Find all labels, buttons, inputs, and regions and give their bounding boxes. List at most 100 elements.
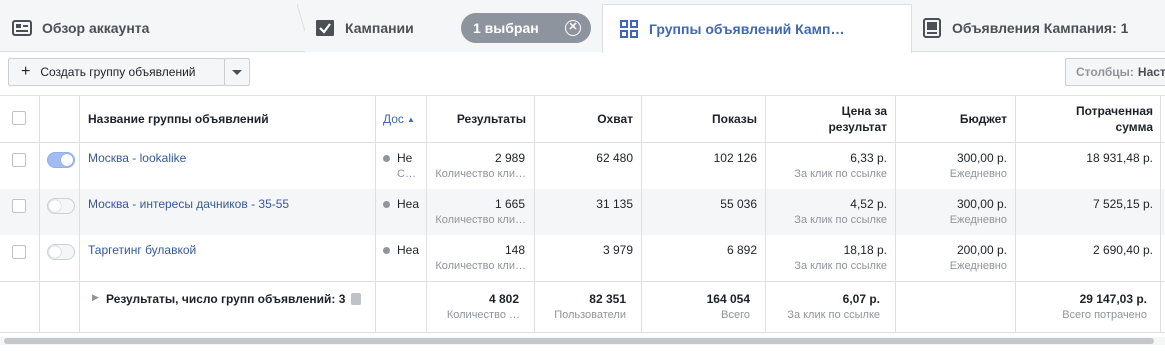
budget-value: 300,00 р.	[956, 197, 1007, 211]
column-header-impressions[interactable]: Показы	[650, 96, 757, 142]
column-header-cost-per-result[interactable]: Цена за результат	[770, 96, 887, 142]
tab-ad-sets[interactable]: Группы объявлений Камп…	[602, 4, 912, 53]
budget-label: Ежедневно	[949, 214, 1007, 226]
column-divider	[765, 95, 766, 333]
totals-row: ▶ Результаты, число групп объявлений: 3 …	[0, 281, 1165, 333]
total-spent-label: Всего потрачено	[1062, 309, 1147, 321]
column-header-impressions-label: Показы	[712, 112, 757, 126]
column-header-spent[interactable]: Потраченная сумма	[1020, 96, 1153, 142]
account-overview-icon	[12, 18, 32, 38]
cost-per-result-label: За клик по ссылке	[794, 260, 887, 272]
column-header-budget-label: Бюджет	[959, 112, 1007, 126]
cost-per-result-label: За клик по ссылке	[794, 214, 887, 226]
row-checkbox[interactable]	[12, 199, 26, 213]
results-value: 148	[504, 243, 525, 257]
impressions-value: 102 126	[713, 151, 757, 165]
tab-account-overview[interactable]: Обзор аккаунта	[0, 4, 305, 52]
create-ad-set-label: Создать группу объявлений	[40, 65, 196, 79]
total-cost-per-result-label: За клик по ссылке	[787, 309, 880, 321]
cost-per-result-value: 18,18 р.	[843, 243, 887, 257]
status-dot	[383, 155, 390, 162]
column-header-spent-line1: Потраченная	[1075, 104, 1153, 118]
column-header-reach[interactable]: Охват	[540, 96, 633, 142]
reach-value: 31 135	[596, 197, 633, 211]
columns-value: Наст	[1137, 65, 1165, 79]
tab-ads-label: Объявления Кампания: 1	[952, 20, 1129, 36]
tab-ads[interactable]: Объявления Кампания: 1	[910, 4, 1165, 52]
horizontal-scrollbar[interactable]	[0, 337, 1165, 345]
columns-button[interactable]: Столбцы: Наст	[1065, 58, 1165, 86]
cost-per-result-label: За клик по ссылке	[794, 168, 887, 180]
column-header-results[interactable]: Результаты	[430, 96, 526, 142]
impressions-value: 6 892	[726, 243, 757, 257]
tab-account-overview-label: Обзор аккаунта	[42, 20, 150, 36]
cost-per-result-value: 6,33 р.	[850, 151, 887, 165]
column-divider	[39, 95, 40, 333]
checkbox-folder-icon	[315, 18, 335, 38]
total-spent-value: 29 147,03 р.	[1079, 292, 1147, 306]
ad-set-name-link[interactable]: Москва - интересы дачников - 35-55	[88, 197, 289, 211]
column-divider	[1160, 95, 1161, 333]
row-toggle[interactable]	[47, 198, 75, 214]
spent-value: 18 931,48 р.	[1086, 151, 1153, 165]
selected-count-pill[interactable]: 1 выбран ✕	[461, 13, 591, 43]
status-dot	[383, 201, 390, 208]
table-row[interactable]: Москва - lookalike Не С… 2 989 Количеств…	[0, 143, 1165, 189]
delivery-status: Не	[397, 151, 413, 165]
delivery-status: Неа	[397, 197, 419, 211]
budget-label: Ежедневно	[949, 168, 1007, 180]
columns-label: Столбцы:	[1076, 65, 1134, 79]
selected-count-label: 1 выбран	[473, 20, 539, 36]
tab-ad-sets-label: Группы объявлений Камп…	[649, 21, 845, 37]
column-header-name[interactable]: Название группы объявлений	[88, 96, 368, 142]
results-label: Количество кли…	[435, 260, 526, 272]
column-divider	[641, 95, 642, 333]
ad-preview-icon	[922, 18, 942, 38]
total-results-label: Количество …	[446, 309, 520, 321]
totals-label: Результаты, число групп объявлений: 3	[106, 292, 346, 306]
scrollbar-thumb[interactable]	[4, 338, 1154, 344]
column-divider	[426, 95, 427, 333]
cost-per-result-value: 4,52 р.	[850, 197, 887, 211]
row-checkbox[interactable]	[12, 245, 26, 259]
tab-campaigns-label: Кампании	[345, 20, 414, 36]
table-row[interactable]: Москва - интересы дачников - 35-55 Неа 1…	[0, 189, 1165, 235]
grid-icon	[619, 19, 639, 39]
column-header-delivery-label: Дос	[383, 112, 404, 126]
reach-value: 3 979	[602, 243, 633, 257]
clear-selection-icon[interactable]: ✕	[565, 20, 581, 36]
info-icon[interactable]	[351, 293, 361, 305]
column-header-spent-line2: сумма	[1115, 120, 1153, 134]
row-checkbox[interactable]	[12, 153, 26, 167]
column-divider	[1015, 95, 1016, 333]
column-header-budget[interactable]: Бюджет	[900, 96, 1007, 142]
row-toggle[interactable]	[47, 244, 75, 260]
total-impressions-label: Всего	[721, 309, 750, 321]
status-dot	[383, 247, 390, 254]
results-value: 2 989	[494, 151, 525, 165]
ad-set-name-link[interactable]: Таргетинг булавкой	[88, 243, 196, 257]
expand-caret-icon[interactable]: ▶	[92, 292, 99, 303]
chevron-down-icon	[232, 69, 242, 75]
select-all-checkbox[interactable]	[12, 111, 26, 125]
create-ad-set-button[interactable]: + Создать группу объявлений	[8, 58, 225, 86]
row-toggle[interactable]	[47, 152, 75, 168]
spent-value: 7 525,15 р.	[1092, 197, 1153, 211]
budget-value: 300,00 р.	[956, 151, 1007, 165]
ad-set-name-link[interactable]: Москва - lookalike	[88, 151, 186, 165]
column-divider	[534, 95, 535, 333]
total-cost-per-result-value: 6,07 р.	[842, 292, 880, 306]
budget-label: Ежедневно	[949, 260, 1007, 272]
total-reach-value: 82 351	[589, 292, 626, 306]
column-divider	[895, 95, 896, 333]
results-label: Количество кли…	[435, 168, 526, 180]
table-header: Название группы объявлений Дос ▲ Результа…	[0, 95, 1165, 143]
column-header-delivery[interactable]: Дос ▲	[383, 96, 425, 142]
delivery-substatus: С…	[397, 168, 416, 180]
column-header-cost-line1: Цена за	[841, 104, 887, 118]
create-options-dropdown[interactable]	[224, 58, 250, 86]
total-results-value: 4 802	[488, 292, 519, 306]
column-divider	[375, 95, 376, 333]
table-row[interactable]: Таргетинг булавкой Неа 148 Количество кл…	[0, 235, 1165, 281]
column-header-reach-label: Охват	[597, 112, 633, 126]
